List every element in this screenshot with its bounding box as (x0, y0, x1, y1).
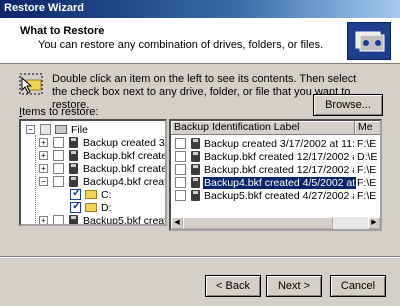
items-to-restore-label: Items to restore: (19, 106, 99, 118)
expand-icon[interactable]: + (39, 216, 48, 224)
expand-icon[interactable]: + (39, 151, 48, 160)
row-label: Backup created 3/17/2002 at 11:15 AM (204, 138, 354, 150)
item-checkbox[interactable] (53, 150, 64, 161)
file-drive-icon (55, 125, 67, 134)
row-media: D:\E (357, 151, 378, 163)
scroll-thumb[interactable] (183, 217, 333, 229)
collapse-icon[interactable]: − (26, 125, 35, 134)
page-title: What to Restore (20, 25, 105, 37)
list-row[interactable]: Backup.bkf created 12/17/2002 at 10:... … (173, 164, 378, 176)
tree-connector (35, 135, 36, 224)
row-checkbox[interactable] (175, 138, 186, 149)
row-checkbox[interactable] (175, 164, 186, 175)
tree-item-label: Backup created 3/17 (83, 137, 167, 149)
item-checkbox[interactable] (53, 163, 64, 174)
collapse-icon[interactable]: − (39, 177, 48, 186)
row-checkbox[interactable] (175, 177, 186, 188)
row-checkbox[interactable] (175, 190, 186, 201)
backup-file-icon (191, 164, 200, 175)
restore-tree[interactable]: − File + Backup created 3/17 + Backup.bk… (19, 119, 167, 226)
row-label: Backup5.bkf created 4/27/2002 at 2:1... (204, 190, 354, 202)
backup-file-icon (191, 190, 200, 201)
drive-checkbox[interactable] (70, 200, 81, 213)
row-media: F:\E (357, 164, 377, 176)
backup-file-icon (69, 137, 78, 148)
tree-item-label: Backup4.bkf created (83, 176, 167, 188)
tree-item-label: Backup.bkf created 1 (83, 163, 167, 175)
row-label: Backup4.bkf created 4/5/2002 at 4:16 ... (203, 177, 356, 189)
tree-root-label: File (71, 124, 88, 136)
expand-icon[interactable]: + (39, 164, 48, 173)
list-row[interactable]: Backup5.bkf created 4/27/2002 at 2:1... … (173, 190, 378, 202)
horizontal-scrollbar[interactable]: ◀ ▶ (171, 217, 380, 229)
scroll-left-icon[interactable]: ◀ (171, 217, 183, 229)
folder-icon (85, 203, 97, 212)
item-checkbox[interactable] (53, 137, 64, 148)
tree-item-label: Backup.bkf created 1 (83, 150, 167, 162)
browse-button[interactable]: Browse... (313, 94, 383, 116)
row-media: F:\E (357, 177, 377, 189)
row-checkbox[interactable] (175, 151, 186, 162)
column-header-label[interactable]: Backup Identification Label (171, 121, 355, 135)
page-subtitle: You can restore any combination of drive… (38, 39, 324, 51)
expand-icon[interactable]: + (39, 138, 48, 147)
wizard-header: What to Restore You can restore any comb… (0, 18, 400, 64)
scroll-right-icon[interactable]: ▶ (368, 217, 380, 229)
title-bar: Restore Wizard (0, 0, 400, 18)
row-media: F:\E (357, 190, 377, 202)
backup-file-icon (69, 163, 78, 174)
list-row[interactable]: Backup.bkf created 12/17/2002 at 10:... … (173, 151, 378, 163)
backup-media-icon (347, 22, 391, 60)
drive-checkbox[interactable] (70, 187, 81, 200)
tree-item-label: C: (101, 189, 112, 201)
backup-file-icon (69, 215, 78, 224)
list-row-selected[interactable]: Backup4.bkf created 4/5/2002 at 4:16 ...… (173, 177, 378, 189)
pointer-folder-icon (19, 72, 45, 98)
row-label: Backup.bkf created 12/17/2002 at 10:... (204, 151, 354, 163)
column-header-media[interactable]: Me (355, 121, 380, 135)
backup-file-icon (191, 151, 200, 162)
tree-item-label: Backup5.bkf created (83, 215, 167, 226)
backup-file-icon (69, 176, 78, 187)
footer-divider (0, 256, 400, 258)
backup-file-icon (69, 150, 78, 161)
back-button[interactable]: < Back (205, 275, 261, 297)
cancel-button[interactable]: Cancel (330, 275, 386, 297)
row-label: Backup.bkf created 12/17/2002 at 10:... (204, 164, 354, 176)
backup-file-icon (191, 138, 200, 149)
row-media: F:\E (357, 138, 377, 150)
list-row[interactable]: Backup created 3/17/2002 at 11:15 AM F:\… (173, 138, 378, 150)
backup-list[interactable]: Backup Identification Label Me Backup cr… (169, 119, 382, 231)
backup-file-icon (191, 177, 200, 188)
item-checkbox[interactable] (53, 215, 64, 224)
folder-icon (85, 190, 97, 199)
tree-item-label: D: (101, 202, 112, 214)
item-checkbox[interactable] (53, 176, 64, 187)
root-checkbox[interactable] (40, 124, 51, 135)
next-button[interactable]: Next > (266, 275, 322, 297)
window-title: Restore Wizard (4, 2, 84, 14)
